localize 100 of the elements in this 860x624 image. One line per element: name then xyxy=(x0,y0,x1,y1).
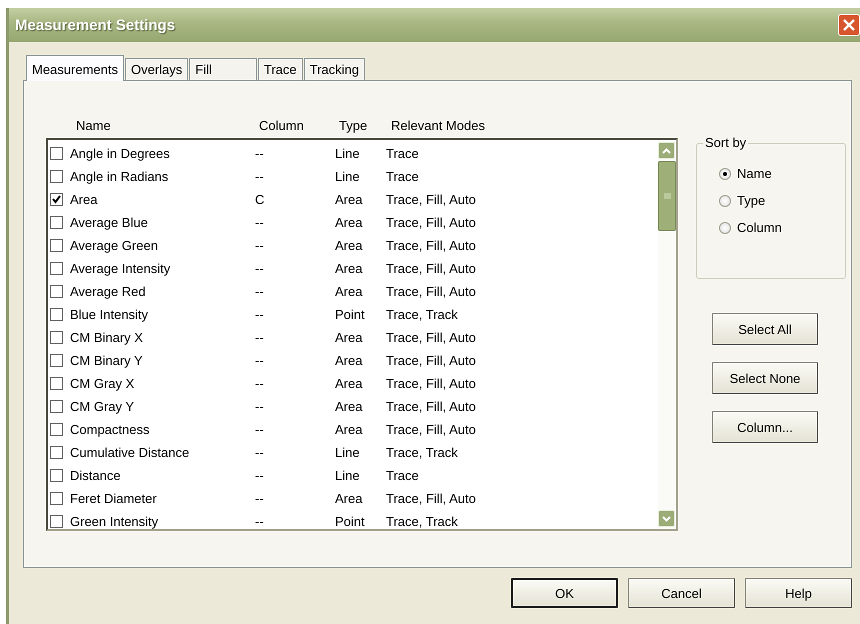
table-cell-text: Trace xyxy=(386,468,420,483)
table-cell-text: Trace, Fill, Auto xyxy=(386,192,477,207)
table-cell-text: Trace, Track xyxy=(386,445,459,460)
table-cell-text: Trace, Fill, Auto xyxy=(386,399,477,414)
table-cell-text: Average Red xyxy=(70,284,147,299)
side-button[interactable]: Column... xyxy=(712,411,818,443)
checkbox[interactable] xyxy=(50,446,63,459)
table-cell-text: CM Gray X xyxy=(70,376,136,391)
close-icon xyxy=(842,18,856,32)
tab[interactable]: Tracking xyxy=(304,58,366,80)
table-cell-text: Distance xyxy=(70,468,122,483)
table-cell-text: CM Binary X xyxy=(70,330,144,345)
table-cell-text: Area xyxy=(335,422,364,437)
table-cell-text: Average Green xyxy=(70,238,159,253)
table-cell-text: Green Intensity xyxy=(70,514,160,529)
radio-option[interactable]: Type xyxy=(719,193,845,208)
side-button[interactable]: Select All xyxy=(712,313,818,345)
table-cell-text: -- xyxy=(255,261,265,276)
check-icon xyxy=(52,195,61,204)
table-cell-text: -- xyxy=(255,146,265,161)
dialog-button[interactable]: OK xyxy=(511,578,618,608)
table-cell-text: Area xyxy=(335,376,364,391)
checkbox[interactable] xyxy=(50,216,63,229)
table-cell-text: -- xyxy=(255,284,265,299)
table-cell-text: -- xyxy=(255,514,265,529)
tab[interactable]: Trace xyxy=(258,58,303,80)
tab[interactable]: Measurements xyxy=(26,55,124,81)
column-header: Type xyxy=(339,118,368,133)
table-cell-text: Trace, Fill, Auto xyxy=(386,422,477,437)
table-cell-text: C xyxy=(255,192,266,207)
checkbox[interactable] xyxy=(50,469,63,482)
checkbox[interactable] xyxy=(50,423,63,436)
group-title: Sort by xyxy=(703,135,748,150)
grip-icon xyxy=(664,193,670,199)
table-cell-text: -- xyxy=(255,169,265,184)
table-cell-text: Trace, Track xyxy=(386,514,459,529)
checkbox[interactable] xyxy=(50,331,63,344)
table-cell-text: Trace, Fill, Auto xyxy=(386,215,477,230)
table-cell-text: -- xyxy=(255,330,265,345)
table-cell-text: Area xyxy=(335,192,364,207)
table-cell-text: -- xyxy=(255,491,265,506)
table-cell-text: Compactness xyxy=(70,422,150,437)
table-cell-text: Trace, Fill, Auto xyxy=(386,261,477,276)
table-cell-text: Trace xyxy=(386,146,420,161)
table-cell-text: Line xyxy=(335,146,361,161)
radio-dot-icon xyxy=(723,172,727,176)
checkbox[interactable] xyxy=(50,239,63,252)
radio-option[interactable]: Column xyxy=(719,220,845,235)
column-header: Relevant Modes xyxy=(391,118,486,133)
table-cell-text: Feret Diameter xyxy=(70,491,158,506)
table-cell-text: Area xyxy=(335,399,364,414)
table-cell-text: Trace, Fill, Auto xyxy=(386,238,477,253)
table-cell-text: Line xyxy=(335,445,361,460)
table-cell-text: Line xyxy=(335,468,361,483)
table-cell-text: Trace, Fill, Auto xyxy=(386,330,477,345)
checkbox[interactable] xyxy=(50,377,63,390)
tab[interactable]: Fill xyxy=(189,58,257,80)
table-cell-text: Trace, Fill, Auto xyxy=(386,376,477,391)
table-cell-text: Point xyxy=(335,514,366,529)
table-cell-text: Trace, Fill, Auto xyxy=(386,491,477,506)
table-cell-text: CM Binary Y xyxy=(70,353,144,368)
checkbox[interactable] xyxy=(50,285,63,298)
table-cell-text: Area xyxy=(335,238,364,253)
scrollbar-thumb[interactable] xyxy=(658,161,676,231)
checkbox[interactable] xyxy=(50,400,63,413)
table-cell-text: -- xyxy=(255,376,265,391)
table-cell-text: Trace, Fill, Auto xyxy=(386,284,477,299)
checkbox[interactable] xyxy=(50,308,63,321)
table-cell-text: Trace, Fill, Auto xyxy=(386,353,477,368)
checkbox[interactable] xyxy=(50,354,63,367)
chevron-up-icon xyxy=(662,148,671,154)
radio-option[interactable]: Name xyxy=(719,166,845,181)
table-cell-text: Area xyxy=(335,215,364,230)
table-cell-text: Trace xyxy=(386,169,420,184)
dialog-button[interactable]: Help xyxy=(745,578,852,608)
table-cell-text: -- xyxy=(255,238,265,253)
table-cell-text: Line xyxy=(335,169,361,184)
checkbox[interactable] xyxy=(50,170,63,183)
checkbox[interactable] xyxy=(50,492,63,505)
table-cell-text: Area xyxy=(70,192,98,207)
table-cell-text: Area xyxy=(335,261,364,276)
table-cell-text: Angle in Radians xyxy=(70,169,170,184)
table-cell-text: Point xyxy=(335,307,366,322)
checkbox[interactable] xyxy=(50,147,63,160)
table-cell-text: -- xyxy=(255,445,265,460)
checkbox[interactable] xyxy=(50,515,63,528)
side-button[interactable]: Select None xyxy=(712,362,818,394)
checkbox[interactable] xyxy=(50,193,63,206)
column-header: Column xyxy=(259,118,305,133)
dialog-button[interactable]: Cancel xyxy=(628,578,735,608)
checkbox[interactable] xyxy=(50,262,63,275)
table-cell-text: Average Blue xyxy=(70,215,149,230)
table-cell-text: Average Intensity xyxy=(70,261,172,276)
window-title: Measurement Settings xyxy=(15,16,176,34)
chevron-down-icon xyxy=(662,516,671,522)
table-cell-text: Cumulative Distance xyxy=(70,445,190,460)
table-cell-text: Blue Intensity xyxy=(70,307,150,322)
close-button[interactable] xyxy=(838,14,860,36)
tab[interactable]: Overlays xyxy=(124,58,188,80)
table-cell-text: -- xyxy=(255,353,265,368)
